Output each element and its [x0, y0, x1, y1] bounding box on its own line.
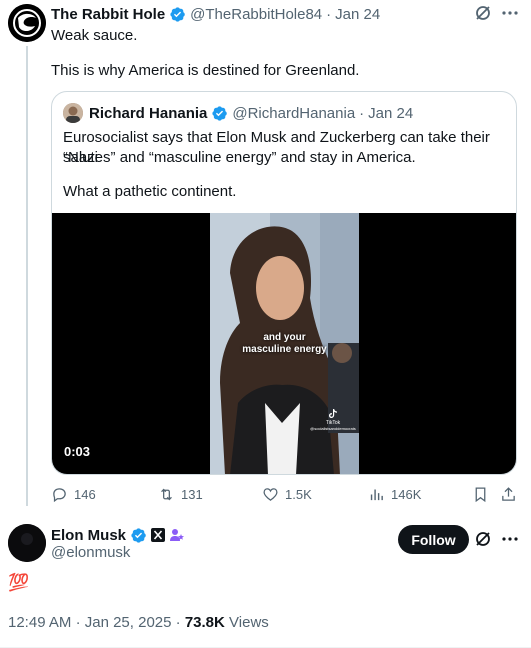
verified-badge-icon: [170, 6, 185, 22]
quoted-tweet-card[interactable]: Richard Hanania @RichardHanania · Jan 24…: [51, 91, 517, 475]
avatar-richard-hanania: [63, 103, 83, 123]
main-tweet-header: Elon Musk: [51, 525, 185, 545]
bookmark-icon: [475, 487, 486, 503]
share-button[interactable]: [500, 486, 517, 508]
watermark-handle: @socialistsanddemocrats: [310, 426, 356, 431]
grok-button[interactable]: [474, 530, 492, 553]
date-separator: ·: [326, 5, 332, 23]
views-icon: [370, 489, 383, 501]
video-caption-line-1: and your: [263, 332, 306, 343]
grok-icon: [476, 6, 490, 20]
tweet-meta: 12:49 AM · Jan 25, 2025 · 73.8K Views: [8, 614, 269, 631]
repost-button[interactable]: 131: [158, 486, 203, 503]
quoted-author-name: Richard Hanania: [89, 104, 208, 122]
avatar-rabbit-hole[interactable]: [8, 4, 46, 42]
author-name[interactable]: The Rabbit Hole: [51, 6, 165, 23]
quoted-text-line-2: salutes” and “masculine energy” and stay…: [63, 149, 416, 166]
views-count: 146K: [391, 487, 422, 502]
like-button[interactable]: 1.5K: [262, 486, 312, 503]
like-count: 1.5K: [285, 487, 312, 502]
quoted-text-line-3: What a pathetic continent.: [63, 183, 237, 200]
meta-separator: ·: [175, 614, 181, 631]
video-caption: and your masculine energy: [210, 332, 359, 356]
tweet-time[interactable]: 12:49 AM: [8, 614, 71, 631]
more-button[interactable]: [500, 3, 520, 23]
affiliate-icon: [170, 529, 185, 541]
main-tweet-text: 💯: [8, 573, 30, 592]
more-icon: [502, 11, 518, 15]
views-number: 73.8K: [184, 614, 225, 631]
verified-badge-icon: [212, 105, 228, 121]
thread-line: [26, 46, 28, 506]
tiktok-watermark: TikTok @socialistsanddemocrats: [307, 409, 359, 432]
verified-badge-icon: [131, 527, 146, 543]
reply-icon: [53, 488, 66, 503]
tweet-text-line-1: Weak sauce.: [51, 27, 138, 44]
grok-button[interactable]: [474, 4, 492, 27]
reply-count: 146: [74, 487, 96, 502]
share-icon: [502, 487, 515, 501]
video-duration: 0:03: [64, 444, 91, 459]
more-icon: [502, 537, 518, 541]
tweet-full-date[interactable]: Jan 25, 2025: [85, 614, 172, 631]
tweet-text-line-2: This is why America is destined for Gree…: [51, 62, 360, 79]
grok-icon: [476, 532, 490, 546]
follow-button[interactable]: Follow: [398, 525, 469, 554]
bookmark-button[interactable]: [472, 486, 489, 508]
main-author-name[interactable]: Elon Musk: [51, 527, 126, 544]
reply-button[interactable]: 146: [51, 486, 96, 503]
video-frame: and your masculine energy TikTok @social…: [210, 213, 359, 474]
video-player[interactable]: and your masculine energy TikTok @social…: [52, 213, 516, 474]
tweet-header: The Rabbit Hole @TheRabbitHole84 · Jan 2…: [51, 4, 380, 24]
date-separator: ·: [359, 104, 365, 122]
face-avatar-icon: [63, 103, 83, 123]
quoted-tweet-date: Jan 24: [368, 104, 414, 122]
x-logo-icon[interactable]: [151, 528, 166, 542]
repost-icon: [161, 488, 172, 501]
avatar-elon-musk[interactable]: [8, 524, 46, 562]
video-caption-line-2: masculine energy: [242, 344, 327, 355]
avatar-image: [8, 524, 46, 562]
tiktok-logo-icon: [329, 409, 337, 418]
author-handle[interactable]: @TheRabbitHole84: [190, 6, 322, 23]
quoted-author-handle: @RichardHanania: [232, 104, 356, 122]
views-button[interactable]: 146K: [368, 486, 421, 503]
rabbit-hole-logo-icon: [8, 4, 46, 42]
tweet-date[interactable]: Jan 24: [335, 6, 380, 23]
like-icon: [263, 488, 278, 501]
quoted-tweet-header: Richard Hanania @RichardHanania · Jan 24: [89, 103, 413, 123]
main-author-handle[interactable]: @elonmusk: [51, 544, 130, 561]
meta-separator: ·: [75, 614, 81, 631]
views-label: Views: [229, 614, 269, 631]
repost-count: 131: [181, 487, 203, 502]
more-button[interactable]: [500, 529, 520, 549]
